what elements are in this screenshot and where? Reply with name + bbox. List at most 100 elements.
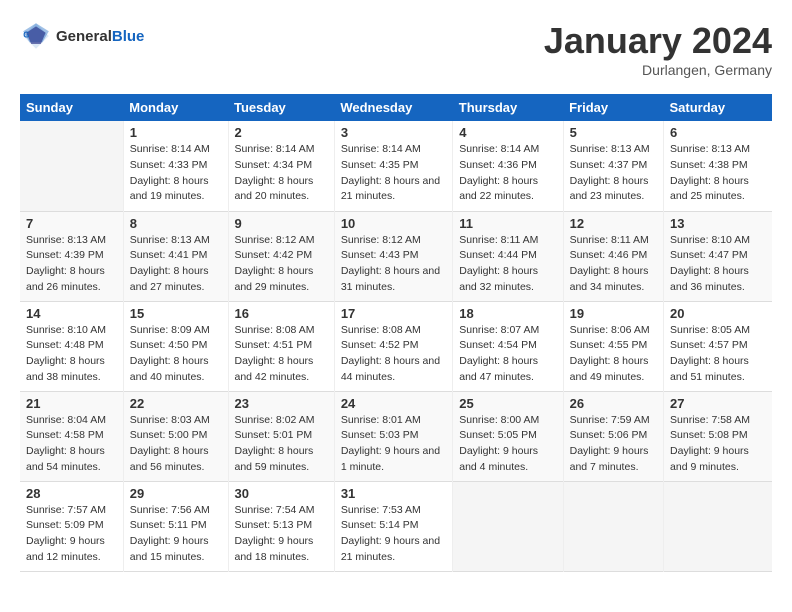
calendar-cell: 22 Sunrise: 8:03 AMSunset: 5:00 PMDayligh… (123, 391, 228, 481)
day-number: 15 (130, 306, 222, 321)
week-row-4: 21Sunrise: 8:04 AMSunset: 4:58 PMDayligh… (20, 391, 772, 481)
day-info: Sunrise: 8:08 AMSunset: 4:51 PMDaylight:… (235, 323, 328, 386)
calendar-cell: 4 Sunrise: 8:14 AMSunset: 4:36 PMDaylight… (453, 121, 563, 211)
calendar-cell: 3 Sunrise: 8:14 AMSunset: 4:35 PMDaylight… (334, 121, 452, 211)
day-number: 26 (570, 396, 657, 411)
calendar-cell: 8 Sunrise: 8:13 AMSunset: 4:41 PMDaylight… (123, 211, 228, 301)
calendar-cell: 15 Sunrise: 8:09 AMSunset: 4:50 PMDayligh… (123, 301, 228, 391)
day-number: 7 (26, 216, 117, 231)
week-row-2: 7 Sunrise: 8:13 AMSunset: 4:39 PMDaylight… (20, 211, 772, 301)
day-info: Sunrise: 8:13 AMSunset: 4:41 PMDaylight:… (130, 233, 222, 296)
day-number: 30 (235, 486, 328, 501)
day-number: 16 (235, 306, 328, 321)
calendar-cell: 20 Sunrise: 8:05 AMSunset: 4:57 PMDayligh… (664, 301, 772, 391)
day-number: 1 (130, 125, 222, 140)
calendar-cell: 17 Sunrise: 8:08 AMSunset: 4:52 PMDayligh… (334, 301, 452, 391)
day-info: Sunrise: 8:14 AMSunset: 4:35 PMDaylight:… (341, 142, 446, 205)
day-number: 6 (670, 125, 766, 140)
week-row-3: 14Sunrise: 8:10 AMSunset: 4:48 PMDayligh… (20, 301, 772, 391)
weekday-header-saturday: Saturday (664, 94, 772, 121)
location: Durlangen, Germany (544, 62, 772, 78)
weekday-header-sunday: Sunday (20, 94, 123, 121)
day-number: 12 (570, 216, 657, 231)
month-title: January 2024 (544, 20, 772, 62)
day-number: 14 (26, 306, 117, 321)
day-info: Sunrise: 8:08 AMSunset: 4:52 PMDaylight:… (341, 323, 446, 386)
day-info: Sunrise: 8:06 AMSunset: 4:55 PMDaylight:… (570, 323, 657, 386)
day-info: Sunrise: 8:13 AMSunset: 4:38 PMDaylight:… (670, 142, 766, 205)
day-number: 10 (341, 216, 446, 231)
calendar-cell: 21Sunrise: 8:04 AMSunset: 4:58 PMDayligh… (20, 391, 123, 481)
day-info: Sunrise: 8:09 AMSunset: 4:50 PMDaylight:… (130, 323, 222, 386)
day-number: 31 (341, 486, 446, 501)
day-info: Sunrise: 7:57 AMSunset: 5:09 PMDaylight:… (26, 503, 117, 566)
weekday-header-thursday: Thursday (453, 94, 563, 121)
logo-icon: G (20, 20, 52, 52)
day-number: 29 (130, 486, 222, 501)
calendar-cell (453, 481, 563, 571)
day-info: Sunrise: 8:10 AMSunset: 4:47 PMDaylight:… (670, 233, 766, 296)
day-number: 9 (235, 216, 328, 231)
day-info: Sunrise: 8:00 AMSunset: 5:05 PMDaylight:… (459, 413, 556, 476)
page-header: G GeneralBlue January 2024 Durlangen, Ge… (20, 20, 772, 78)
day-info: Sunrise: 8:05 AMSunset: 4:57 PMDaylight:… (670, 323, 766, 386)
day-number: 27 (670, 396, 766, 411)
day-info: Sunrise: 8:03 AMSunset: 5:00 PMDaylight:… (130, 413, 222, 476)
day-number: 11 (459, 216, 556, 231)
day-info: Sunrise: 7:54 AMSunset: 5:13 PMDaylight:… (235, 503, 328, 566)
day-number: 17 (341, 306, 446, 321)
weekday-header-wednesday: Wednesday (334, 94, 452, 121)
day-number: 25 (459, 396, 556, 411)
calendar-cell: 1 Sunrise: 8:14 AMSunset: 4:33 PMDaylight… (123, 121, 228, 211)
day-info: Sunrise: 7:53 AMSunset: 5:14 PMDaylight:… (341, 503, 446, 566)
day-number: 19 (570, 306, 657, 321)
day-info: Sunrise: 7:56 AMSunset: 5:11 PMDaylight:… (130, 503, 222, 566)
week-row-5: 28Sunrise: 7:57 AMSunset: 5:09 PMDayligh… (20, 481, 772, 571)
logo-text: GeneralBlue (56, 28, 144, 45)
calendar-cell: 11Sunrise: 8:11 AMSunset: 4:44 PMDayligh… (453, 211, 563, 301)
day-number: 23 (235, 396, 328, 411)
day-number: 2 (235, 125, 328, 140)
day-info: Sunrise: 7:58 AMSunset: 5:08 PMDaylight:… (670, 413, 766, 476)
calendar-cell: 25 Sunrise: 8:00 AMSunset: 5:05 PMDayligh… (453, 391, 563, 481)
weekday-header-row: SundayMondayTuesdayWednesdayThursdayFrid… (20, 94, 772, 121)
calendar-cell (20, 121, 123, 211)
day-info: Sunrise: 8:04 AMSunset: 4:58 PMDaylight:… (26, 413, 117, 476)
weekday-header-tuesday: Tuesday (228, 94, 334, 121)
day-info: Sunrise: 8:14 AMSunset: 4:34 PMDaylight:… (235, 142, 328, 205)
day-info: Sunrise: 8:01 AMSunset: 5:03 PMDaylight:… (341, 413, 446, 476)
day-number: 3 (341, 125, 446, 140)
calendar-cell: 19 Sunrise: 8:06 AMSunset: 4:55 PMDayligh… (563, 301, 663, 391)
calendar-cell: 31 Sunrise: 7:53 AMSunset: 5:14 PMDayligh… (334, 481, 452, 571)
calendar-cell: 2 Sunrise: 8:14 AMSunset: 4:34 PMDaylight… (228, 121, 334, 211)
day-info: Sunrise: 8:13 AMSunset: 4:39 PMDaylight:… (26, 233, 117, 296)
calendar-cell: 14Sunrise: 8:10 AMSunset: 4:48 PMDayligh… (20, 301, 123, 391)
calendar-cell: 9Sunrise: 8:12 AMSunset: 4:42 PMDaylight… (228, 211, 334, 301)
weekday-header-monday: Monday (123, 94, 228, 121)
week-row-1: 1 Sunrise: 8:14 AMSunset: 4:33 PMDaylight… (20, 121, 772, 211)
day-info: Sunrise: 8:13 AMSunset: 4:37 PMDaylight:… (570, 142, 657, 205)
day-number: 24 (341, 396, 446, 411)
day-info: Sunrise: 8:14 AMSunset: 4:33 PMDaylight:… (130, 142, 222, 205)
calendar-cell: 24 Sunrise: 8:01 AMSunset: 5:03 PMDayligh… (334, 391, 452, 481)
calendar-cell: 28Sunrise: 7:57 AMSunset: 5:09 PMDayligh… (20, 481, 123, 571)
day-number: 20 (670, 306, 766, 321)
day-number: 22 (130, 396, 222, 411)
day-info: Sunrise: 8:12 AMSunset: 4:43 PMDaylight:… (341, 233, 446, 296)
weekday-header-friday: Friday (563, 94, 663, 121)
day-number: 4 (459, 125, 556, 140)
calendar-cell (664, 481, 772, 571)
calendar-cell: 13 Sunrise: 8:10 AMSunset: 4:47 PMDayligh… (664, 211, 772, 301)
day-number: 18 (459, 306, 556, 321)
calendar-cell: 7 Sunrise: 8:13 AMSunset: 4:39 PMDaylight… (20, 211, 123, 301)
calendar-cell: 6 Sunrise: 8:13 AMSunset: 4:38 PMDaylight… (664, 121, 772, 211)
day-info: Sunrise: 8:07 AMSunset: 4:54 PMDaylight:… (459, 323, 556, 386)
svg-text:G: G (23, 31, 29, 40)
day-info: Sunrise: 8:14 AMSunset: 4:36 PMDaylight:… (459, 142, 556, 205)
calendar-cell: 5 Sunrise: 8:13 AMSunset: 4:37 PMDaylight… (563, 121, 663, 211)
day-info: Sunrise: 7:59 AMSunset: 5:06 PMDaylight:… (570, 413, 657, 476)
day-number: 5 (570, 125, 657, 140)
day-number: 8 (130, 216, 222, 231)
day-number: 13 (670, 216, 766, 231)
calendar-cell (563, 481, 663, 571)
